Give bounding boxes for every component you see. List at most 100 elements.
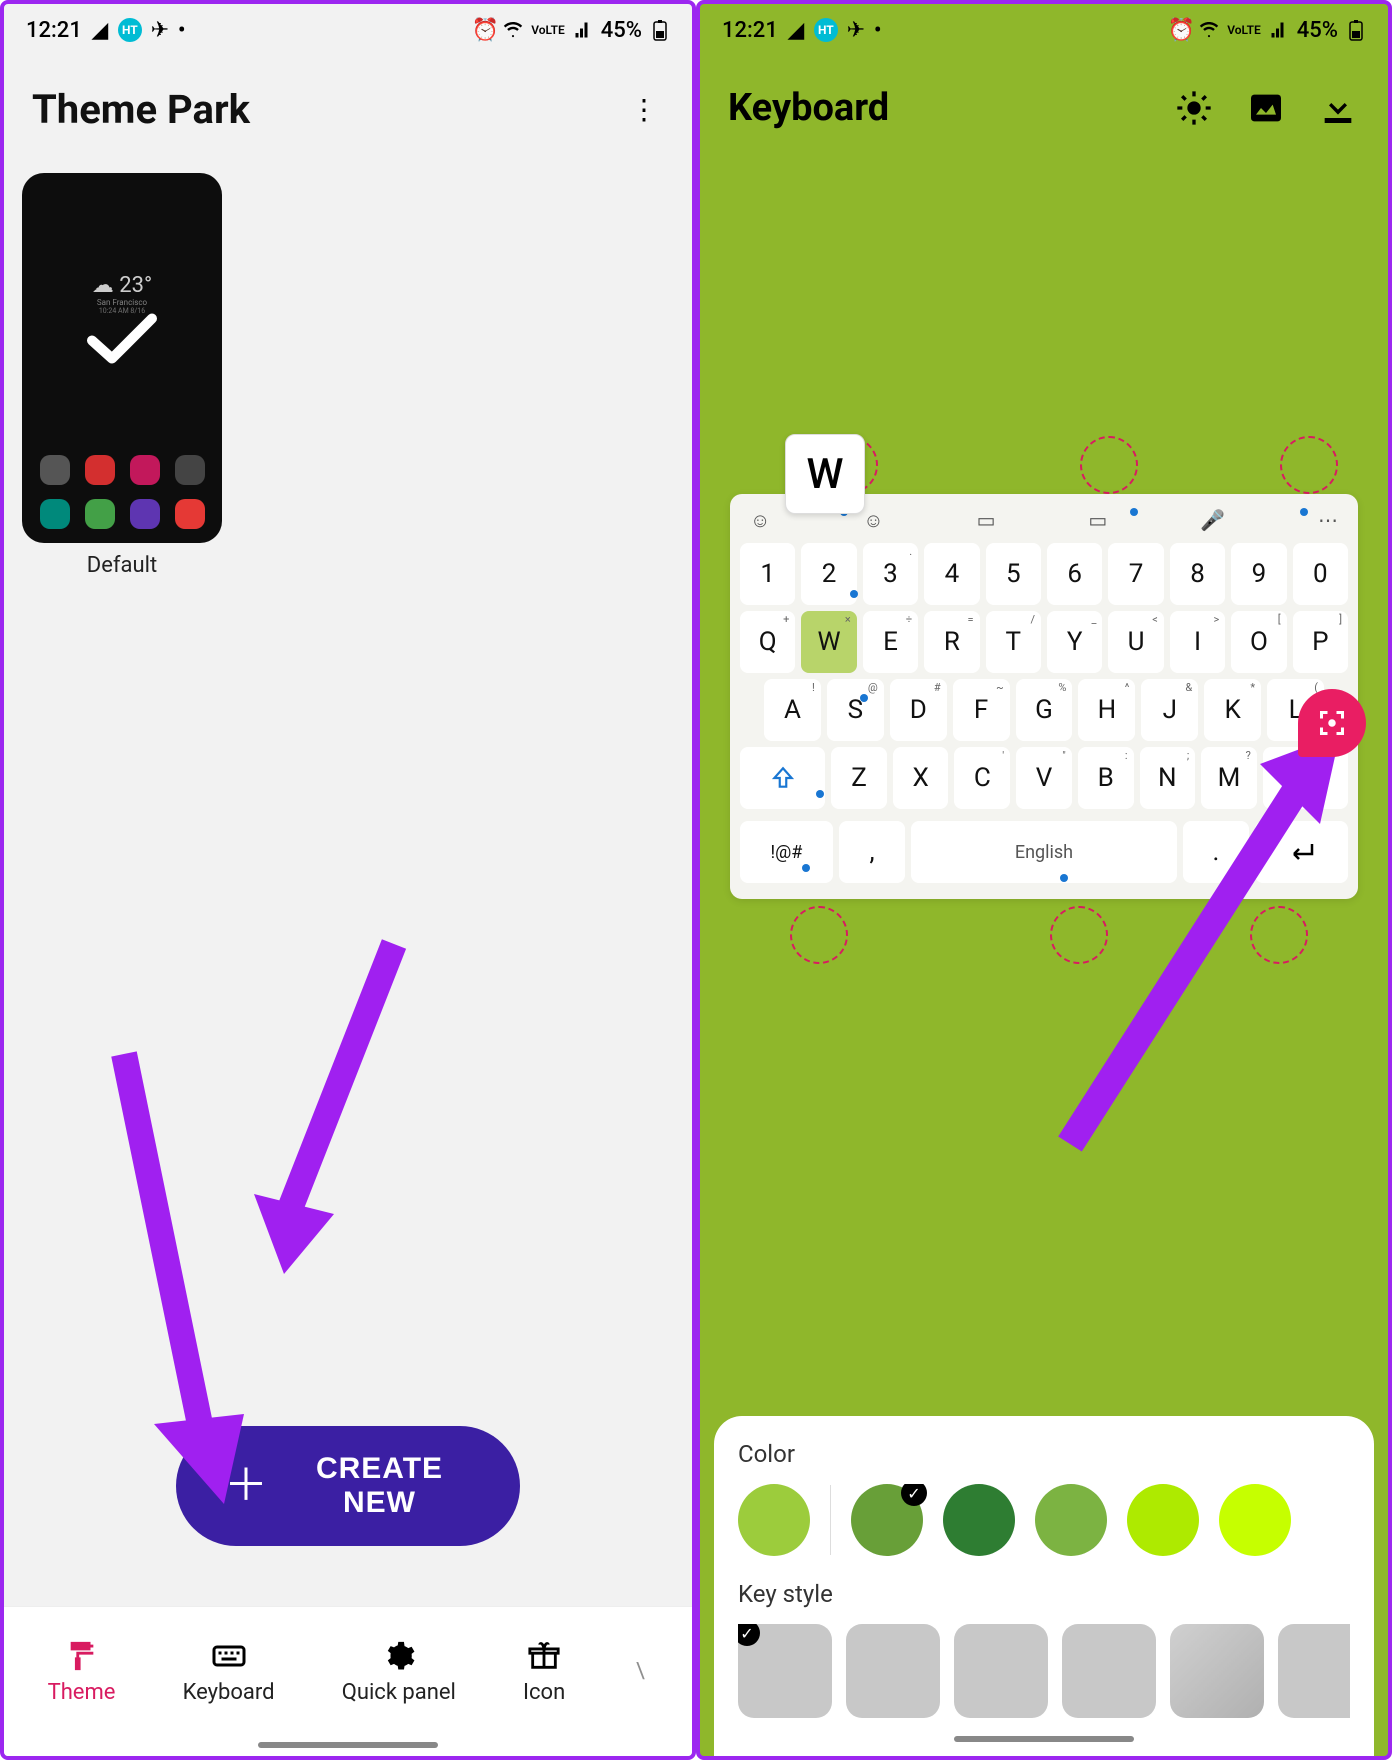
more-icon[interactable]: ⋯ [1318, 508, 1338, 533]
color-handle[interactable] [1080, 436, 1138, 494]
capture-fab[interactable] [1298, 689, 1366, 757]
create-new-label: CREATE NEW [287, 1452, 472, 1520]
checkmark-icon: ✓ [738, 1624, 760, 1646]
more-status-dot: • [874, 18, 882, 43]
key-6[interactable]: 6 [1047, 543, 1102, 605]
key-popup: W [785, 434, 865, 514]
paint-roller-icon [64, 1638, 100, 1674]
key-3[interactable]: 3. [863, 543, 918, 605]
mic-icon[interactable]: 🎤 [1200, 508, 1225, 533]
status-bar: 12:21 ◢ HT ✈ • ⏰ VoLTE 45% [700, 4, 1388, 56]
key-style-3[interactable] [1062, 1624, 1156, 1718]
battery-percent: 45% [601, 18, 642, 43]
style-panel: Color ✓ Key style ✓ [714, 1416, 1374, 1756]
key-z[interactable]: Z [831, 747, 887, 809]
signal-icon [573, 20, 593, 40]
checkmark-icon [87, 312, 157, 367]
key-f[interactable]: F~ [953, 679, 1010, 741]
key-4[interactable]: 4 [924, 543, 979, 605]
key-u[interactable]: U< [1108, 611, 1163, 673]
key-5[interactable]: 5 [986, 543, 1041, 605]
emoji-icon[interactable]: ☺ [863, 508, 883, 533]
key-d[interactable]: D# [890, 679, 947, 741]
color-section-label: Color [738, 1440, 1350, 1468]
wifi-icon [1199, 20, 1219, 40]
wifi-icon [503, 20, 523, 40]
background-image-button[interactable] [1244, 86, 1288, 130]
key-1[interactable]: 1 [740, 543, 795, 605]
key-p[interactable]: P] [1293, 611, 1348, 673]
key-style-5[interactable] [1278, 1624, 1350, 1718]
key-9[interactable]: 9 [1231, 543, 1286, 605]
ht-badge-icon: HT [814, 18, 838, 42]
page-title: Keyboard [728, 86, 889, 130]
keyboard-icon [211, 1638, 247, 1674]
color-swatch-4[interactable] [1127, 1484, 1199, 1556]
status-bar: 12:21 ◢ HT ✈ • ⏰ VoLTE 45% [4, 4, 692, 56]
tab-quick-panel[interactable]: Quick panel [342, 1638, 456, 1705]
bottom-navigation: Theme Keyboard Quick panel Icon \ [4, 1606, 692, 1756]
brightness-button[interactable] [1172, 86, 1216, 130]
key-x[interactable]: X [893, 747, 949, 809]
key-style-0[interactable]: ✓ [738, 1624, 832, 1718]
annotation-arrow-3 [1030, 704, 1350, 1174]
key-y[interactable]: Y_ [1047, 611, 1102, 673]
color-swatch-0[interactable] [738, 1484, 810, 1556]
key-style-row: ✓ [738, 1624, 1350, 1718]
color-picker-row: ✓ [738, 1484, 1350, 1556]
color-handle[interactable] [1280, 436, 1338, 494]
color-swatch-5[interactable] [1219, 1484, 1291, 1556]
color-swatch-3[interactable] [1035, 1484, 1107, 1556]
theme-thumbnail-default[interactable]: ☁ 23° San Francisco 10:24 AM 8/16 [22, 173, 222, 543]
key-style-4[interactable] [1170, 1624, 1264, 1718]
key-style-1[interactable] [846, 1624, 940, 1718]
color-swatch-2[interactable] [943, 1484, 1015, 1556]
tab-keyboard[interactable]: Keyboard [183, 1638, 275, 1705]
tab-overflow[interactable]: \ [632, 1659, 648, 1684]
clipboard-icon[interactable]: ▭ [1088, 508, 1107, 533]
key-a[interactable]: A! [764, 679, 821, 741]
gift-icon [526, 1638, 562, 1674]
clock: 12:21 [722, 18, 778, 43]
key-w[interactable]: W× [801, 611, 856, 673]
key-o[interactable]: O[ [1231, 611, 1286, 673]
keyboard-header: Keyboard [700, 56, 1388, 140]
key-0[interactable]: 0 [1293, 543, 1348, 605]
sticker-icon[interactable]: ☺ [750, 508, 770, 533]
key-i[interactable]: I> [1170, 611, 1225, 673]
battery-icon [1346, 20, 1366, 40]
key-style-2[interactable] [954, 1624, 1048, 1718]
key-c[interactable]: C' [954, 747, 1010, 809]
more-status-dot: • [178, 18, 186, 43]
telegram-icon: ✈ [846, 20, 866, 40]
key-q[interactable]: Q+ [740, 611, 795, 673]
key-7[interactable]: 7 [1108, 543, 1163, 605]
key-t[interactable]: T/ [986, 611, 1041, 673]
comma-key[interactable]: , [839, 821, 905, 883]
gif-icon[interactable]: ▭ [977, 508, 996, 533]
color-swatch-1[interactable]: ✓ [851, 1484, 923, 1556]
tab-icon[interactable]: Icon [523, 1638, 565, 1705]
checkmark-icon: ✓ [901, 1484, 927, 1506]
ht-badge-icon: HT [118, 18, 142, 42]
signal-icon [1269, 20, 1289, 40]
tab-theme[interactable]: Theme [48, 1638, 116, 1705]
theme-park-screen: 12:21 ◢ HT ✈ • ⏰ VoLTE 45% Theme Park ⋮ [0, 0, 696, 1760]
gear-icon [381, 1638, 417, 1674]
volte-label: VoLTE [531, 23, 565, 37]
key-style-section-label: Key style [738, 1580, 1350, 1608]
nav-gesture-pill [954, 1736, 1134, 1742]
app-header: Theme Park ⋮ [4, 56, 692, 173]
key-r[interactable]: R= [924, 611, 979, 673]
key-s[interactable]: S@ [827, 679, 884, 741]
color-handle[interactable] [790, 906, 848, 964]
alarm-icon: ⏰ [475, 20, 495, 40]
volte-label: VoLTE [1227, 23, 1261, 37]
symbols-key[interactable]: !@# [740, 821, 833, 883]
more-menu-button[interactable]: ⋮ [624, 90, 664, 130]
key-2[interactable]: 2 [801, 543, 856, 605]
shift-key[interactable] [740, 747, 825, 809]
key-e[interactable]: E÷ [863, 611, 918, 673]
key-8[interactable]: 8 [1170, 543, 1225, 605]
download-button[interactable] [1316, 86, 1360, 130]
